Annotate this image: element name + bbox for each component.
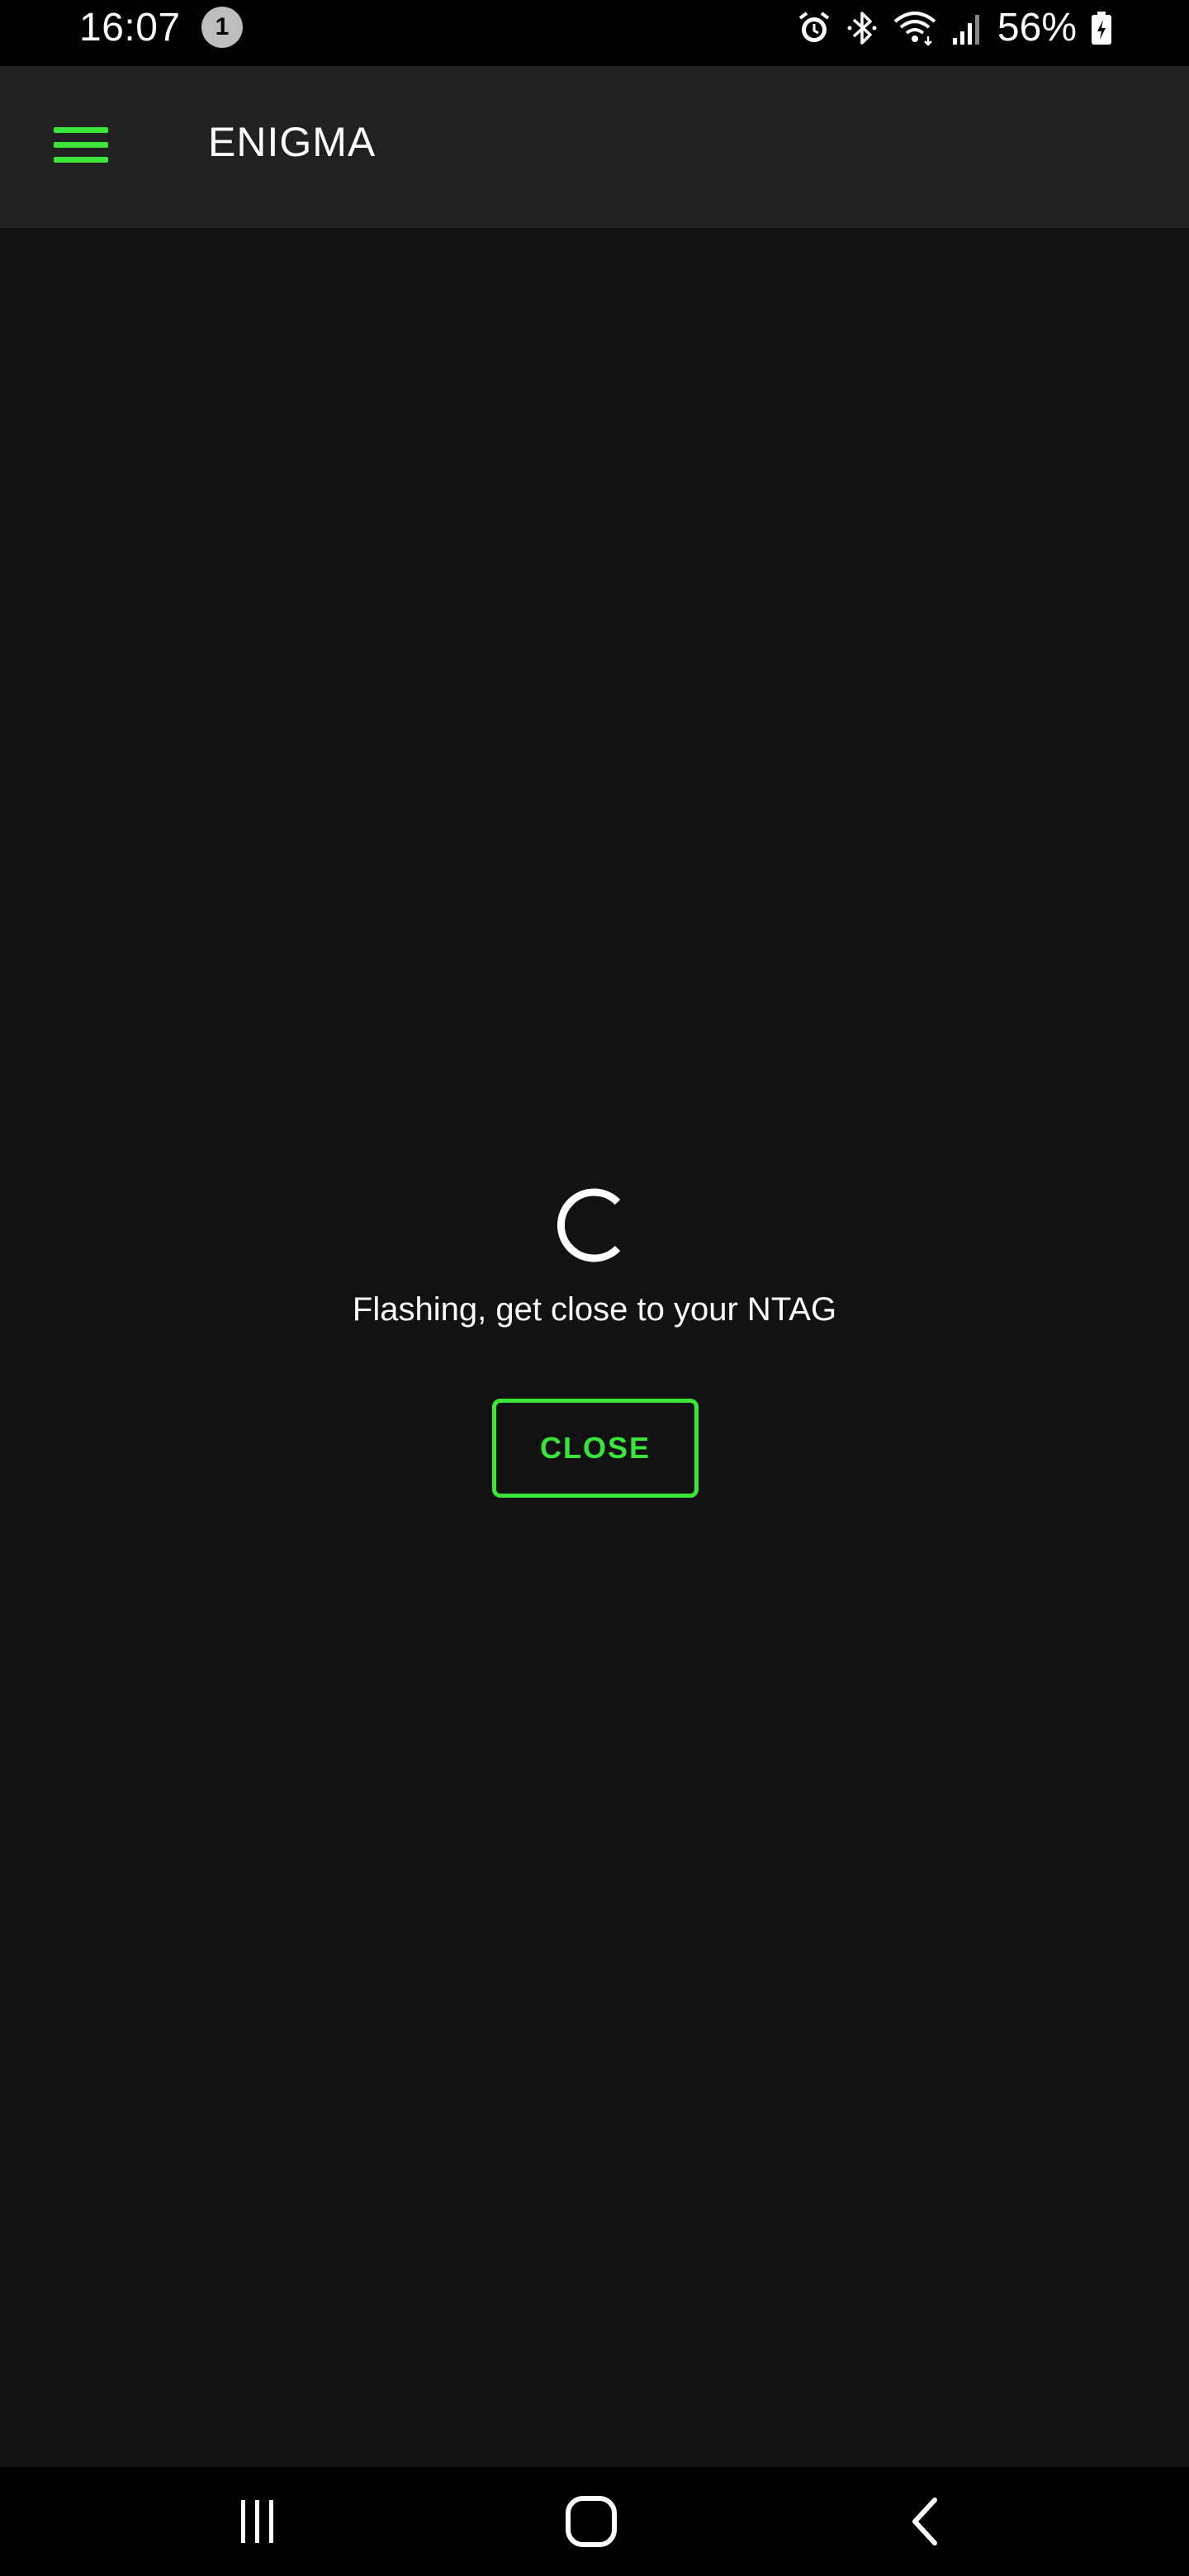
status-time: 16:07 [79, 6, 181, 50]
back-icon [912, 2498, 937, 2545]
screen: 16:07 1 56% ENIGMA Flashing, get close t… [0, 0, 1189, 2576]
notification-badge: 1 [201, 7, 243, 48]
flashing-status-message: Flashing, get close to your NTAG [352, 1291, 837, 1328]
close-button[interactable]: CLOSE [492, 1399, 699, 1498]
bluetooth-icon [846, 10, 879, 46]
recent-apps-button[interactable] [216, 2487, 299, 2556]
alarm-icon [796, 10, 832, 46]
battery-charging-icon [1090, 10, 1113, 46]
recent-apps-icon [241, 2500, 273, 2543]
battery-percent: 56% [997, 6, 1077, 50]
hamburger-menu-icon [54, 127, 108, 163]
main-content: Flashing, get close to your NTAG CLOSE [0, 228, 1189, 2467]
wifi-icon [892, 10, 938, 46]
loading-spinner-icon [557, 1188, 621, 1262]
signal-icon [951, 10, 984, 46]
menu-button[interactable] [41, 106, 121, 185]
home-button[interactable] [550, 2487, 632, 2556]
home-icon [566, 2496, 617, 2547]
status-bar: 16:07 1 56% [0, 0, 1189, 66]
app-title: ENIGMA [208, 119, 377, 165]
status-icons: 56% [796, 5, 1113, 51]
navigation-bar [0, 2467, 1189, 2576]
back-button[interactable] [883, 2487, 966, 2556]
app-bar: ENIGMA [0, 66, 1189, 228]
